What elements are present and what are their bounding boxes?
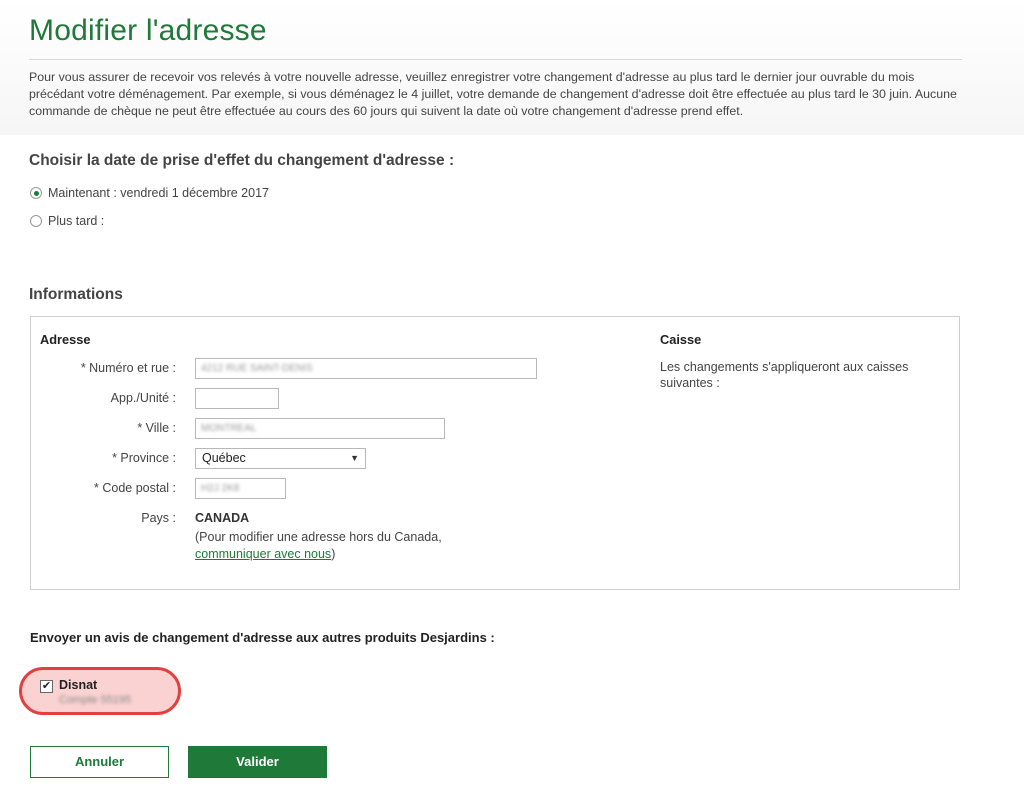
radio-button[interactable] <box>30 215 42 227</box>
radio-now[interactable]: Maintenant : vendredi 1 décembre 2017 <box>30 186 269 200</box>
city-label: * Ville : <box>137 421 176 435</box>
intro-text: Pour vous assurer de recevoir vos relevé… <box>29 70 957 118</box>
date-section-title: Choisir la date de prise d'effet du chan… <box>29 152 455 169</box>
caisse-heading: Caisse <box>660 332 702 347</box>
city-value: MONTREAL <box>201 423 257 434</box>
province-select[interactable]: Québec ▼ <box>195 448 366 469</box>
country-value: CANADA <box>195 511 250 525</box>
country-note-prefix: (Pour modifier une adresse hors du Canad… <box>195 530 442 544</box>
unit-input[interactable] <box>195 388 279 409</box>
postal-label: * Code postal : <box>94 481 176 495</box>
cancel-button[interactable]: Annuler <box>30 746 169 778</box>
radio-later[interactable]: Plus tard : <box>30 214 104 228</box>
postal-input[interactable]: H2J 2K8 <box>195 478 286 499</box>
street-value: 4212 RUE SAINT-DENIS <box>201 363 313 374</box>
disnat-checkbox[interactable]: ✔ <box>40 680 53 693</box>
country-label: Pays : <box>141 511 176 525</box>
unit-label: App./Unité : <box>110 391 176 405</box>
radio-later-label: Plus tard : <box>48 214 105 228</box>
title-divider <box>29 59 962 60</box>
province-label: * Province : <box>112 451 176 465</box>
checkmark-icon: ✔ <box>41 680 52 692</box>
disnat-account: Compte 55195 <box>59 694 132 706</box>
radio-button-checked[interactable] <box>30 187 42 199</box>
postal-value: H2J 2K8 <box>201 483 240 494</box>
dropdown-arrow-icon: ▼ <box>350 453 359 463</box>
disnat-label: Disnat <box>59 678 98 692</box>
submit-button[interactable]: Valider <box>188 746 327 778</box>
country-note: (Pour modifier une adresse hors du Canad… <box>195 529 442 563</box>
street-input[interactable]: 4212 RUE SAINT-DENIS <box>195 358 537 379</box>
address-info-box: Adresse * Numéro et rue : 4212 RUE SAINT… <box>30 316 960 590</box>
address-heading: Adresse <box>40 332 91 347</box>
info-section-title: Informations <box>29 286 123 303</box>
city-input[interactable]: MONTREAL <box>195 418 445 439</box>
province-value: Québec <box>202 451 246 465</box>
page-title: Modifier l'adresse <box>29 14 267 47</box>
street-label: * Numéro et rue : <box>80 361 176 375</box>
country-note-suffix: ) <box>331 547 336 561</box>
radio-now-label: Maintenant : vendredi 1 décembre 2017 <box>48 186 269 200</box>
contact-us-link[interactable]: communiquer avec nous <box>195 547 331 561</box>
caisse-text: Les changements s'appliqueront aux caiss… <box>660 360 909 390</box>
notice-section-title: Envoyer un avis de changement d'adresse … <box>30 630 495 645</box>
